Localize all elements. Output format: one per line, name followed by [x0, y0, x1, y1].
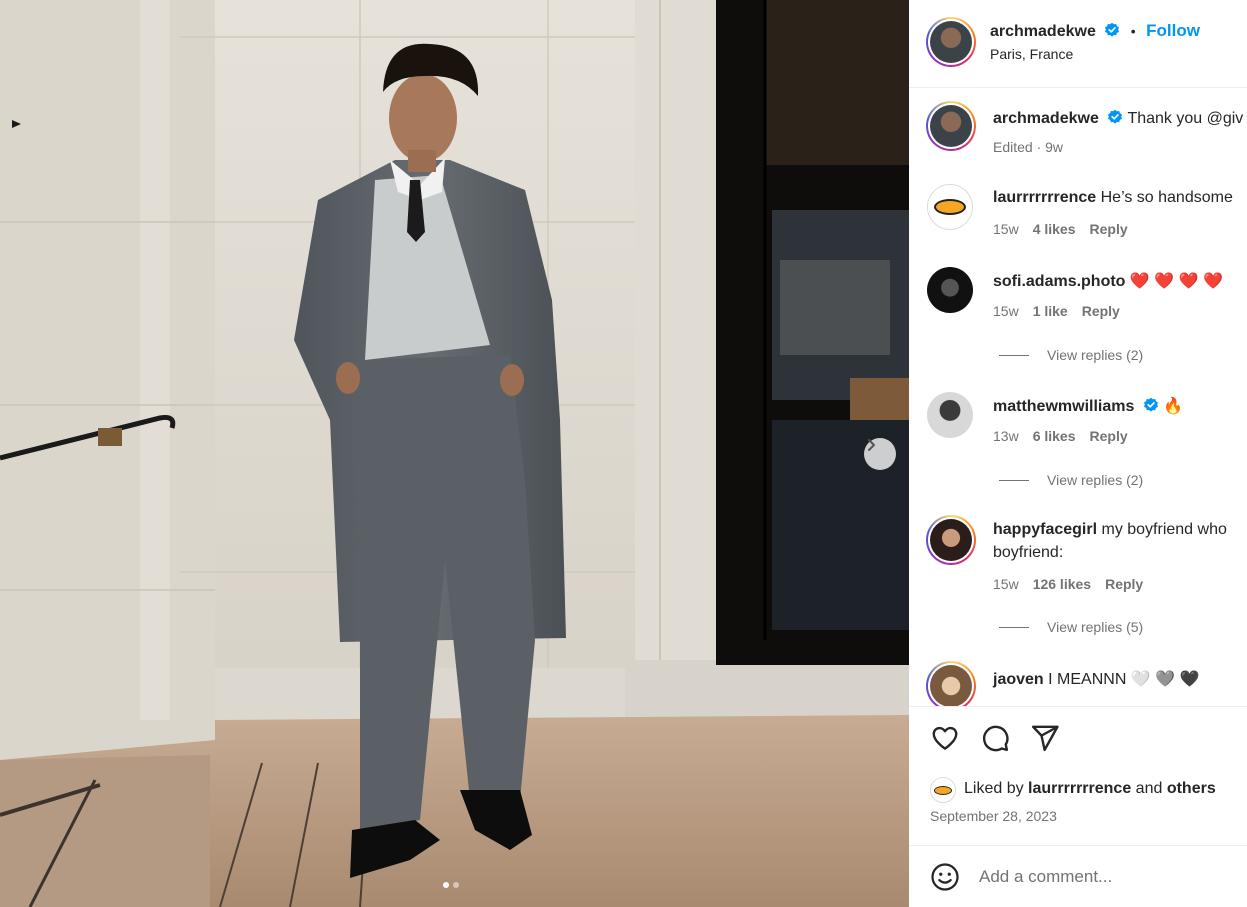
carousel-dot — [453, 882, 459, 888]
comment-avatar[interactable] — [927, 267, 973, 313]
header-separator: • — [1130, 23, 1136, 39]
comment-username[interactable]: laurrrrrrrence — [993, 189, 1096, 206]
post-side-panel: archmadekwe • Follow Paris, France archm… — [909, 0, 1247, 907]
liked-by-avatar[interactable] — [930, 777, 956, 803]
view-replies-label: View replies (2) — [1047, 347, 1144, 363]
reply-button[interactable]: Reply — [1105, 576, 1143, 592]
author-username[interactable]: archmadekwe — [990, 23, 1096, 40]
comment-likes[interactable]: 6 likes — [1033, 428, 1076, 444]
comment-avatar[interactable] — [927, 184, 973, 230]
comment-username[interactable]: jaoven — [993, 671, 1044, 688]
caption-username[interactable]: archmadekwe — [993, 110, 1099, 127]
caption-meta: Edited · 9w — [993, 139, 1064, 155]
comment-1: laurrrrrrrence He’s so handsome — [993, 189, 1233, 207]
comment-age[interactable]: 15w — [993, 221, 1019, 237]
caption-text: Thank you @giv — [1127, 110, 1244, 127]
comment-age[interactable]: 15w — [993, 303, 1019, 319]
view-replies-button[interactable]: View replies (2) — [999, 472, 1143, 488]
comments-list[interactable]: archmadekwe Thank you @giv Edited · 9w l… — [909, 89, 1247, 706]
carousel-dots — [443, 882, 459, 888]
view-replies-button[interactable]: View replies (5) — [999, 619, 1143, 635]
comment-text-continued: boyfriend: — [993, 544, 1064, 561]
comment-3: matthewmwilliams 🔥 — [993, 396, 1183, 416]
comment-icon[interactable] — [980, 723, 1010, 753]
comment-text: ❤️ ❤️ ❤️ ❤️ — [1129, 273, 1223, 290]
comment-text: 🔥 — [1163, 398, 1184, 415]
liked-by-and: and — [1135, 780, 1163, 797]
reply-button[interactable]: Reply — [1090, 428, 1128, 444]
comment-2: sofi.adams.photo ❤️ ❤️ ❤️ ❤️ — [993, 271, 1223, 291]
comment-input[interactable] — [979, 862, 1229, 892]
liked-by-others[interactable]: others — [1167, 780, 1216, 797]
comment-4-continued: boyfriend: — [993, 544, 1063, 562]
comment-5: jaoven I MEANNN 🤍 🩶 🖤 — [993, 669, 1199, 689]
comment-text: He’s so handsome — [1100, 189, 1233, 206]
comment-username[interactable]: happyfacegirl — [993, 521, 1097, 538]
liked-by: Liked by laurrrrrrrence and others — [964, 780, 1216, 798]
caption: archmadekwe Thank you @giv — [993, 109, 1243, 128]
view-replies-label: View replies (5) — [1047, 619, 1144, 635]
post-location[interactable]: Paris, France — [990, 46, 1073, 62]
caption-avatar[interactable] — [926, 101, 976, 151]
photo-image — [0, 0, 909, 907]
comment-username[interactable]: matthewmwilliams — [993, 398, 1134, 415]
comment-likes[interactable]: 1 like — [1033, 303, 1068, 319]
comment-meta: 15w 126 likes Reply — [993, 576, 1143, 592]
reply-button[interactable]: Reply — [1090, 221, 1128, 237]
view-replies-button[interactable]: View replies (2) — [999, 347, 1143, 363]
liked-by-prefix: Liked by — [964, 780, 1024, 797]
liked-by-user[interactable]: laurrrrrrrence — [1028, 780, 1131, 797]
verified-badge-icon — [1108, 109, 1123, 124]
view-replies-label: View replies (2) — [1047, 472, 1144, 488]
next-slide-button[interactable] — [864, 438, 896, 470]
post-date[interactable]: September 28, 2023 — [930, 808, 1057, 824]
post-photo — [0, 0, 909, 907]
author-avatar[interactable] — [926, 17, 976, 67]
emoji-icon[interactable] — [930, 862, 960, 892]
comment-text: I MEANNN 🤍 🩶 🖤 — [1048, 671, 1200, 688]
comment-avatar[interactable] — [927, 392, 973, 438]
paper-plane-icon[interactable] — [1030, 723, 1060, 753]
verified-badge-icon — [1105, 22, 1120, 37]
comment-meta: 13w 6 likes Reply — [993, 428, 1128, 444]
heart-icon[interactable] — [930, 723, 960, 753]
chevron-right-icon — [868, 439, 875, 451]
comment-likes[interactable]: 126 likes — [1033, 576, 1091, 592]
comment-meta: 15w 4 likes Reply — [993, 221, 1128, 237]
reply-button[interactable]: Reply — [1082, 303, 1120, 319]
comment-likes[interactable]: 4 likes — [1033, 221, 1076, 237]
carousel-dot-active — [443, 882, 449, 888]
comment-4: happyfacegirl my boyfriend who — [993, 521, 1227, 539]
comment-age[interactable]: 13w — [993, 428, 1019, 444]
comment-avatar[interactable] — [926, 661, 976, 706]
comment-avatar[interactable] — [926, 515, 976, 565]
add-comment-bar — [909, 845, 1247, 907]
comment-meta: 15w 1 like Reply — [993, 303, 1120, 319]
comment-age[interactable]: 15w — [993, 576, 1019, 592]
follow-button[interactable]: Follow — [1146, 21, 1200, 40]
comment-text: my boyfriend who — [1101, 521, 1227, 538]
comment-username[interactable]: sofi.adams.photo — [993, 273, 1125, 290]
post-header: archmadekwe • Follow Paris, France — [909, 0, 1247, 88]
verified-badge-icon — [1143, 397, 1158, 412]
